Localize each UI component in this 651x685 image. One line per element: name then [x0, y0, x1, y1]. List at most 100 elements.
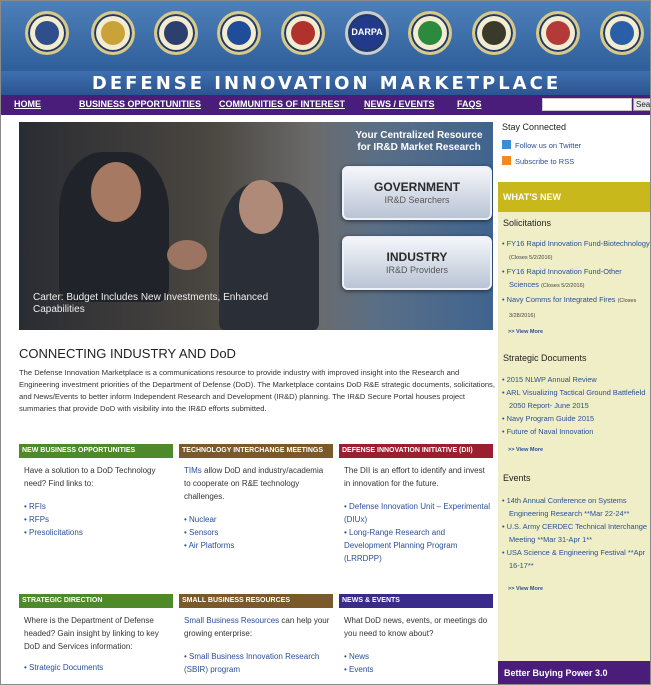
- view-more-solicitations[interactable]: >> View More: [508, 329, 543, 335]
- small-business-link[interactable]: Small Business Resources: [184, 616, 279, 625]
- box-link[interactable]: Sensors: [184, 526, 330, 539]
- right-sidebar: Stay Connected Follow us on Twitter Subs…: [498, 119, 650, 684]
- strategic-list: 2015 NLWP Annual Review ARL Visualizing …: [502, 373, 650, 438]
- darpa-label: DARPA: [351, 27, 383, 37]
- twitter-link[interactable]: Follow us on Twitter: [502, 140, 581, 150]
- box-link[interactable]: Presolicitations: [24, 526, 170, 539]
- nav-business-opportunities[interactable]: BUSINESS OPPORTUNITIES: [79, 99, 201, 109]
- better-buying-power-banner[interactable]: Better Buying Power 3.0: [498, 661, 650, 684]
- box-text: What DoD news, events, or meetings do yo…: [344, 616, 488, 638]
- whats-new-heading: WHAT'S NEW: [498, 182, 650, 212]
- box-link[interactable]: Nuclear: [184, 513, 330, 526]
- list-item[interactable]: U.S. Army CERDEC Technical Interchange M…: [502, 520, 650, 546]
- dod-seal-emblem: [35, 21, 59, 45]
- box-links: Strategic Documents: [19, 653, 173, 674]
- box-news-events: NEWS & EVENTS What DoD news, events, or …: [339, 594, 493, 676]
- list-item[interactable]: 2015 NLWP Annual Review: [502, 373, 650, 386]
- army-seal-emblem: [101, 21, 125, 45]
- box-links: RFIs RFPs Presolicitations: [19, 490, 173, 539]
- box-links: Nuclear Sensors Air Platforms: [179, 503, 333, 552]
- list-item[interactable]: 14th Annual Conference on Systems Engine…: [502, 494, 650, 520]
- list-item[interactable]: Navy Program Guide 2015: [502, 412, 650, 425]
- rss-link[interactable]: Subscribe to RSS: [502, 156, 574, 166]
- box-link[interactable]: Events: [344, 663, 490, 676]
- dla-seal-emblem: [546, 21, 570, 45]
- box-header[interactable]: TECHNOLOGY INTERCHANGE MEETINGS: [179, 444, 333, 458]
- box-link[interactable]: RFPs: [24, 513, 170, 526]
- box-link[interactable]: Defense Innovation Unit – Experimental (…: [344, 500, 490, 526]
- box-text-rest: allow DoD and industry/academia to coope…: [184, 466, 324, 501]
- tims-link[interactable]: TIMs: [184, 466, 202, 475]
- box-header[interactable]: DEFENSE INNOVATION INITIATIVE (DII): [339, 444, 493, 458]
- government-button[interactable]: GOVERNMENT IR&D Searchers: [342, 166, 492, 220]
- air-force-seal-emblem: [227, 21, 251, 45]
- air-force-seal[interactable]: [217, 11, 261, 55]
- box-strategic-direction: STRATEGIC DIRECTION Where is the Departm…: [19, 594, 173, 674]
- hero-caption[interactable]: Carter: Budget Includes New Investments,…: [33, 292, 313, 316]
- army-seal[interactable]: [91, 11, 135, 55]
- item-text: FY16 Rapid Innovation Fund-Biotechnology: [506, 239, 650, 248]
- list-item[interactable]: FY16 Rapid Innovation Fund-Biotechnology…: [502, 237, 650, 265]
- box-link[interactable]: RFIs: [24, 500, 170, 513]
- disa-seal-emblem: [610, 21, 634, 45]
- list-item[interactable]: USA Science & Engineering Festival **Apr…: [502, 546, 650, 572]
- nav-news-events[interactable]: NEWS / EVENTS: [364, 99, 435, 109]
- box-header[interactable]: NEWS & EVENTS: [339, 594, 493, 608]
- box-tech-interchange: TECHNOLOGY INTERCHANGE MEETINGS TIMs all…: [179, 444, 333, 552]
- rss-label: Subscribe to RSS: [515, 157, 575, 166]
- dla-seal[interactable]: [536, 11, 580, 55]
- box-text: The DII is an effort to identify and inv…: [344, 466, 485, 488]
- list-item[interactable]: ARL Visualizing Tactical Ground Battlefi…: [502, 386, 650, 412]
- box-link[interactable]: Air Platforms: [184, 539, 330, 552]
- solicitations-heading: Solicitations: [503, 218, 552, 228]
- dod-seal[interactable]: [25, 11, 69, 55]
- search-button[interactable]: Search: [633, 98, 650, 111]
- mda-seal[interactable]: [408, 11, 452, 55]
- box-header[interactable]: SMALL BUSINESS RESOURCES: [179, 594, 333, 608]
- navy-seal[interactable]: [154, 11, 198, 55]
- box-text: Where is the Department of Defense heade…: [24, 616, 159, 651]
- item-text: Navy Comms for Integrated Fires: [506, 295, 616, 304]
- events-heading: Events: [503, 473, 531, 483]
- box-header[interactable]: STRATEGIC DIRECTION: [19, 594, 173, 608]
- government-button-title: GOVERNMENT: [373, 180, 460, 194]
- navy-seal-emblem: [164, 21, 188, 45]
- marines-seal[interactable]: [281, 11, 325, 55]
- list-item[interactable]: FY16 Rapid Innovation Fund-Other Science…: [502, 265, 650, 293]
- box-header[interactable]: NEW BUSINESS OPPORTUNITIES: [19, 444, 173, 458]
- box-link[interactable]: Strategic Documents: [24, 661, 170, 674]
- box-link[interactable]: Small Business Innovation Research (SBIR…: [184, 650, 330, 676]
- box-text: Small Business Resources can help your g…: [179, 608, 333, 640]
- item-note: (Closes 5/2/2016): [541, 283, 585, 289]
- intro-text: The Defense Innovation Marketplace is a …: [19, 368, 495, 413]
- nav-faqs[interactable]: FAQS: [457, 99, 482, 109]
- view-more-events[interactable]: >> View More: [508, 586, 543, 592]
- industry-button-subtitle: IR&D Providers: [385, 265, 448, 275]
- list-item[interactable]: Future of Naval Innovation: [502, 425, 650, 438]
- box-link[interactable]: News: [344, 650, 490, 663]
- socom-seal[interactable]: [472, 11, 516, 55]
- box-links: News Events: [339, 640, 493, 676]
- view-more-strategic[interactable]: >> View More: [508, 447, 543, 453]
- box-text: Have a solution to a DoD Technology need…: [24, 466, 156, 488]
- box-defense-innovation: DEFENSE INNOVATION INITIATIVE (DII) The …: [339, 444, 493, 565]
- hero-banner[interactable]: Carter: Budget Includes New Investments,…: [19, 122, 493, 330]
- disa-seal[interactable]: [600, 11, 644, 55]
- main-nav: HOME BUSINESS OPPORTUNITIES COMMUNITIES …: [1, 95, 650, 115]
- box-links: Small Business Innovation Research (SBIR…: [179, 640, 333, 676]
- search-input[interactable]: [542, 98, 632, 111]
- box-link[interactable]: Long-Range Research and Development Plan…: [344, 526, 490, 565]
- whats-new-panel: WHAT'S NEW Solicitations FY16 Rapid Inno…: [498, 182, 650, 682]
- hero-hand: [167, 240, 207, 270]
- industry-button[interactable]: INDUSTRY IR&D Providers: [342, 236, 492, 290]
- agency-seal-strip: DARPA: [1, 1, 650, 71]
- site-title: DEFENSE INNOVATION MARKETPLACE: [91, 73, 562, 94]
- darpa-seal[interactable]: DARPA: [345, 11, 389, 55]
- nav-home[interactable]: HOME: [14, 99, 41, 109]
- mda-seal-emblem: [418, 21, 442, 45]
- nav-communities-of-interest[interactable]: COMMUNITIES OF INTEREST: [219, 99, 345, 109]
- box-new-business: NEW BUSINESS OPPORTUNITIES Have a soluti…: [19, 444, 173, 539]
- item-note: (Closes 5/2/2016): [509, 255, 553, 261]
- strategic-heading: Strategic Documents: [503, 353, 587, 363]
- list-item[interactable]: Navy Comms for Integrated Fires (Closes …: [502, 293, 650, 323]
